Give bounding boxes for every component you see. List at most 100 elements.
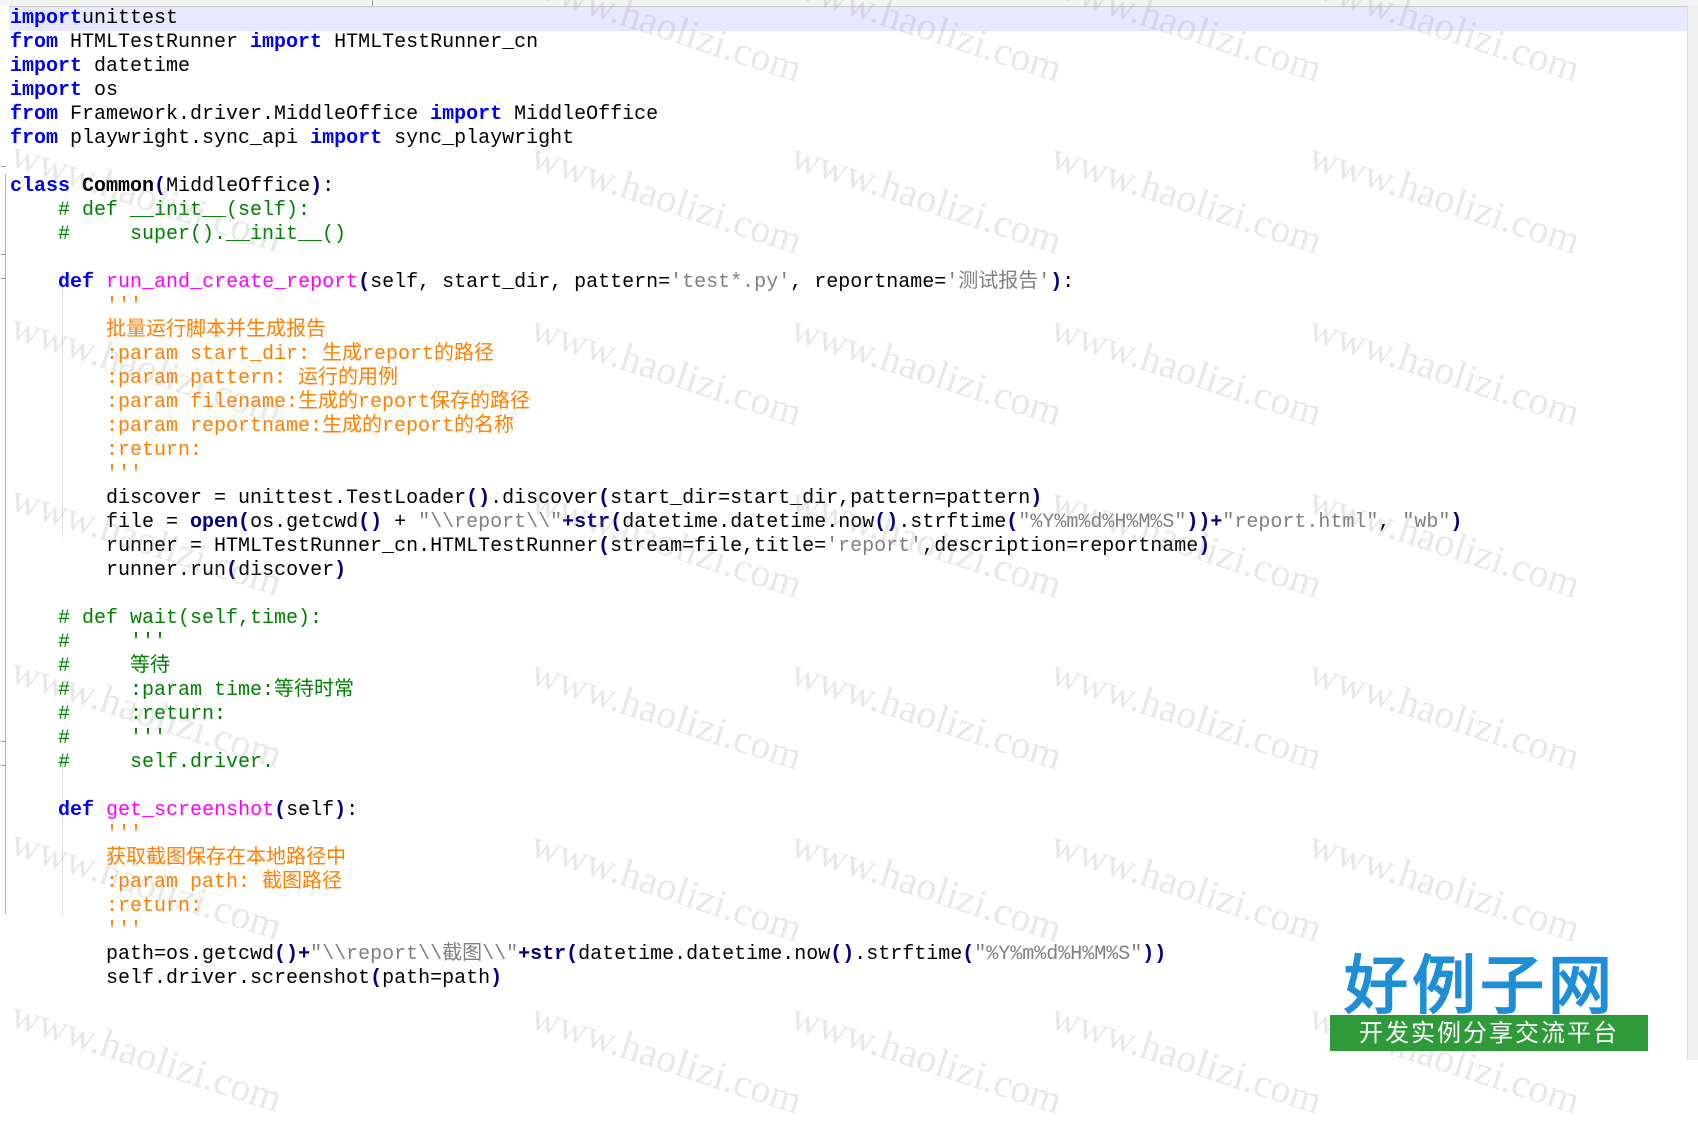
code-token: + bbox=[562, 511, 575, 534]
code-line[interactable]: ''' bbox=[10, 295, 1680, 319]
code-token: Framework.driver.MiddleOffice bbox=[58, 103, 431, 126]
code-line[interactable]: 批量运行脚本并生成报告 bbox=[10, 319, 1680, 343]
code-line[interactable]: import datetime bbox=[10, 55, 1680, 79]
code-token: path=path bbox=[382, 967, 491, 990]
code-token: get_screenshot bbox=[106, 799, 275, 822]
code-token: sync_playwright bbox=[382, 127, 575, 150]
code-token: self, start_dir, pattern= bbox=[370, 271, 671, 294]
code-token: "\\report\\截图\\" bbox=[310, 943, 519, 966]
code-line[interactable]: class Common(MiddleOffice): bbox=[10, 175, 1680, 199]
code-token: ''' bbox=[10, 919, 143, 942]
code-token: import bbox=[310, 127, 383, 150]
code-token: import bbox=[10, 79, 83, 102]
code-line[interactable]: def run_and_create_report(self, start_di… bbox=[10, 271, 1680, 295]
code-token: # self.driver. bbox=[10, 751, 275, 774]
watermark-text: www.haolizi.com bbox=[1045, 992, 1328, 1123]
code-line[interactable]: :param start_dir: 生成report的路径 bbox=[10, 343, 1680, 367]
code-line[interactable]: # self.driver. bbox=[10, 751, 1680, 775]
code-token: :param filename:生成的report保存的路径 bbox=[10, 391, 531, 414]
code-line[interactable]: # def __init__(self): bbox=[10, 199, 1680, 223]
code-line[interactable]: # 等待 bbox=[10, 655, 1680, 679]
code-line[interactable]: # ''' bbox=[10, 631, 1680, 655]
code-token: ( bbox=[566, 943, 579, 966]
code-line[interactable]: :param reportname:生成的report的名称 bbox=[10, 415, 1680, 439]
fold-marker-class[interactable] bbox=[1, 166, 6, 167]
code-token: discover = unittest.TestLoader bbox=[10, 487, 467, 510]
code-token: ))+ bbox=[1186, 511, 1223, 534]
code-line[interactable]: def get_screenshot(self): bbox=[10, 799, 1680, 823]
code-token: import bbox=[250, 31, 323, 54]
code-token: # :return: bbox=[10, 703, 227, 726]
code-line[interactable] bbox=[10, 151, 1680, 175]
code-token: unittest bbox=[82, 7, 179, 30]
code-token: .strftime bbox=[898, 511, 1007, 534]
code-token: "\\report\\" bbox=[418, 511, 563, 534]
code-token: ( bbox=[610, 511, 623, 534]
code-line[interactable]: :param filename:生成的report保存的路径 bbox=[10, 391, 1680, 415]
code-token: datetime.datetime.now bbox=[622, 511, 875, 534]
vertical-scrollbar[interactable] bbox=[1687, 6, 1698, 1060]
code-line[interactable]: :param pattern: 运行的用例 bbox=[10, 367, 1680, 391]
code-token: : bbox=[346, 799, 359, 822]
code-line[interactable]: importunittest bbox=[10, 7, 1680, 31]
code-token: run_and_create_report bbox=[106, 271, 359, 294]
code-token: HTMLTestRunner_cn bbox=[322, 31, 539, 54]
code-line[interactable]: import os bbox=[10, 79, 1680, 103]
logo-title: 好例子网 bbox=[1344, 950, 1616, 1024]
code-token: ) bbox=[334, 799, 347, 822]
code-line[interactable]: ''' bbox=[10, 463, 1680, 487]
code-token: str bbox=[574, 511, 611, 534]
code-token: "%Y%m%d%H%M%S" bbox=[974, 943, 1143, 966]
code-token: .strftime bbox=[854, 943, 963, 966]
code-token: ) bbox=[1198, 535, 1211, 558]
code-token: + bbox=[518, 943, 531, 966]
code-line[interactable]: 获取截图保存在本地路径中 bbox=[10, 847, 1680, 871]
code-token: :return: bbox=[10, 439, 203, 462]
code-line[interactable]: :return: bbox=[10, 439, 1680, 463]
code-token: :param reportname:生成的report的名称 bbox=[10, 415, 515, 438]
code-token: () bbox=[874, 511, 899, 534]
code-editor[interactable]: importunittest from HTMLTestRunner import… bbox=[10, 7, 1680, 991]
code-line[interactable]: # def wait(self,time): bbox=[10, 607, 1680, 631]
code-line[interactable] bbox=[10, 775, 1680, 799]
code-line[interactable]: runner.run(discover) bbox=[10, 559, 1680, 583]
code-token: discover bbox=[238, 559, 335, 582]
code-token: os bbox=[82, 79, 119, 102]
code-token: ) bbox=[310, 175, 323, 198]
code-token: ( bbox=[962, 943, 975, 966]
code-line[interactable]: ''' bbox=[10, 823, 1680, 847]
code-token: ''' bbox=[10, 295, 143, 318]
code-line[interactable]: from HTMLTestRunner import HTMLTestRunne… bbox=[10, 31, 1680, 55]
code-line[interactable]: # :return: bbox=[10, 703, 1680, 727]
code-token: from bbox=[10, 31, 59, 54]
code-line[interactable]: discover = unittest.TestLoader().discove… bbox=[10, 487, 1680, 511]
watermark-text: www.haolizi.com bbox=[525, 992, 808, 1123]
code-token: ) bbox=[1050, 271, 1063, 294]
code-token: self bbox=[286, 799, 335, 822]
code-token: ( bbox=[358, 271, 371, 294]
code-line[interactable] bbox=[10, 247, 1680, 271]
code-token: str bbox=[530, 943, 567, 966]
code-line[interactable]: # :param time:等待时常 bbox=[10, 679, 1680, 703]
code-line[interactable]: # super().__init__() bbox=[10, 223, 1680, 247]
code-token: from bbox=[10, 127, 59, 150]
code-token: 'report' bbox=[826, 535, 923, 558]
code-token: :param pattern: 运行的用例 bbox=[10, 367, 399, 390]
code-line[interactable]: file = open(os.getcwd() + "\\report\\"+s… bbox=[10, 511, 1680, 535]
code-token: import bbox=[10, 55, 83, 78]
code-token: ( bbox=[598, 487, 611, 510]
code-token: self.driver.screenshot bbox=[10, 967, 371, 990]
code-line[interactable]: runner = HTMLTestRunner_cn.HTMLTestRunne… bbox=[10, 535, 1680, 559]
code-line[interactable] bbox=[10, 583, 1680, 607]
code-line[interactable]: :param path: 截图路径 bbox=[10, 871, 1680, 895]
code-token: ) bbox=[490, 967, 503, 990]
code-line[interactable]: :return: bbox=[10, 895, 1680, 919]
code-line[interactable]: from playwright.sync_api import sync_pla… bbox=[10, 127, 1680, 151]
code-line[interactable]: # ''' bbox=[10, 727, 1680, 751]
code-line[interactable]: from Framework.driver.MiddleOffice impor… bbox=[10, 103, 1680, 127]
code-token: 'test*.py' bbox=[670, 271, 791, 294]
code-token: ) bbox=[1030, 487, 1043, 510]
code-token: ) bbox=[1450, 511, 1463, 534]
